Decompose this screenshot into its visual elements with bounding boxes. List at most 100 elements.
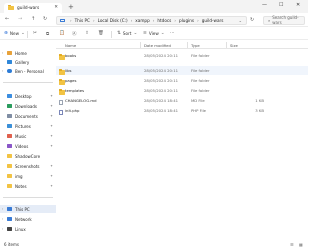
- sort-button[interactable]: ⇅ Sort ⌄: [117, 31, 137, 36]
- breadcrumb-guild-wars[interactable]: guild-wars: [202, 18, 224, 23]
- rename-button[interactable]: Ⓐ: [72, 31, 77, 37]
- column-header-type[interactable]: Type: [191, 43, 200, 48]
- file-date: 28/05/2024 18:41: [144, 98, 179, 104]
- breadcrumb-local-disk[interactable]: Local Disk (C:): [98, 18, 128, 23]
- file-row-books[interactable]: books 28/05/2024 20:11 File folder: [56, 51, 308, 60]
- paste-button[interactable]: 📋: [59, 31, 65, 36]
- sort-icon: ⇅: [117, 31, 121, 36]
- file-row-libs[interactable]: libs 28/05/2024 20:11 File folder: [56, 66, 308, 75]
- sidebar-item-home[interactable]: › Home: [0, 49, 56, 57]
- trash-icon: 🗑: [98, 31, 104, 36]
- tab-guild-wars[interactable]: guild-wars ✕: [4, 3, 62, 13]
- search-placeholder: Search guild-wars: [272, 15, 299, 25]
- breadcrumb-plugins[interactable]: plugins: [179, 18, 194, 23]
- chevron-right-icon[interactable]: ›: [2, 69, 3, 73]
- title-bar: guild-wars ✕ + — ☐ ✕: [0, 0, 308, 13]
- file-type: File folder: [191, 68, 210, 74]
- chevron-right-icon[interactable]: ›: [2, 227, 3, 231]
- cut-button[interactable]: ✂: [33, 31, 37, 36]
- pin-icon: ✦: [50, 133, 53, 138]
- view-label: View: [148, 31, 159, 36]
- new-button[interactable]: ⊕ New ⌄: [4, 31, 25, 36]
- details-view-icon[interactable]: ☰: [290, 242, 294, 247]
- chevron-down-icon[interactable]: ⌄: [239, 18, 242, 23]
- forward-button[interactable]: →: [18, 16, 22, 22]
- refresh-address-icon[interactable]: ↻: [250, 17, 254, 23]
- sidebar-item-onedrive[interactable]: › Ben - Personal: [0, 67, 56, 75]
- copy-button[interactable]: ⧉: [46, 31, 49, 37]
- refresh-button[interactable]: ↻: [43, 16, 47, 22]
- close-tab-icon[interactable]: ✕: [54, 5, 58, 10]
- view-button[interactable]: ≡ View ⌄: [143, 31, 165, 36]
- pin-icon: ✦: [50, 93, 53, 98]
- pictures-icon: [7, 124, 12, 128]
- delete-button[interactable]: 🗑: [98, 31, 104, 36]
- file-type: File folder: [191, 53, 210, 59]
- file-row-templates[interactable]: templates 28/05/2024 20:11 File folder: [56, 86, 308, 95]
- minimize-button[interactable]: —: [262, 2, 267, 8]
- file-row-changelog[interactable]: CHANGELOG.md 28/05/2024 18:41 MD File 1 …: [56, 96, 308, 106]
- file-row-init-php[interactable]: init.php 28/05/2024 18:41 PHP File 3 KB: [56, 106, 308, 116]
- chevron-right-icon[interactable]: ›: [2, 217, 3, 221]
- sidebar-item-img[interactable]: img ✦: [0, 172, 56, 180]
- sidebar-item-documents[interactable]: Documents ✦: [0, 112, 56, 120]
- file-list: Name Date modified Type Size books 28/05…: [56, 41, 308, 237]
- sidebar-item-notes[interactable]: Notes ✦: [0, 182, 56, 190]
- sidebar-item-videos[interactable]: Videos ✦: [0, 142, 56, 150]
- column-divider[interactable]: [140, 42, 141, 48]
- downloads-icon: [7, 104, 12, 108]
- file-type: PHP File: [191, 108, 206, 114]
- tiles-view-icon[interactable]: ▦: [299, 242, 303, 247]
- sidebar-item-downloads[interactable]: Downloads ✦: [0, 102, 56, 110]
- maximize-button[interactable]: ☐: [279, 2, 283, 8]
- folder-icon: [7, 184, 12, 188]
- search-input[interactable]: ⌕ Search guild-wars: [263, 15, 305, 25]
- new-tab-button[interactable]: +: [68, 3, 74, 11]
- file-name: init.php: [65, 108, 80, 114]
- column-divider[interactable]: [187, 42, 188, 48]
- sidebar-item-music[interactable]: Music ✦: [0, 132, 56, 140]
- sidebar-item-desktop[interactable]: Desktop ✦: [0, 92, 56, 100]
- music-icon: [7, 134, 12, 138]
- column-header-size[interactable]: Size: [230, 43, 238, 48]
- column-header-name[interactable]: Name: [65, 43, 76, 48]
- gallery-icon: [7, 60, 12, 64]
- this-pc-icon: [60, 18, 65, 23]
- back-button[interactable]: ←: [5, 16, 9, 22]
- sidebar-item-network[interactable]: › Network: [0, 215, 56, 223]
- sidebar-item-this-pc[interactable]: › This PC: [0, 205, 56, 213]
- sidebar-item-gallery[interactable]: Gallery: [0, 58, 56, 66]
- sidebar-item-label: Gallery: [15, 59, 30, 65]
- file-name: libs: [65, 68, 72, 74]
- column-header-date[interactable]: Date modified: [144, 43, 171, 48]
- sidebar-item-label: Notes: [15, 183, 27, 189]
- file-name: CHANGELOG.md: [65, 98, 97, 104]
- sidebar-item-linux[interactable]: › Linux: [0, 225, 56, 233]
- column-divider[interactable]: [226, 42, 227, 48]
- home-icon: [7, 51, 12, 55]
- up-button[interactable]: ↑: [31, 16, 35, 22]
- breadcrumb-htdocs[interactable]: htdocs: [157, 18, 171, 23]
- sidebar-item-pictures[interactable]: Pictures ✦: [0, 122, 56, 130]
- breadcrumb-xampp[interactable]: xampp: [135, 18, 149, 23]
- address-bar[interactable]: › This PC › Local Disk (C:) › xampp › ht…: [56, 15, 247, 25]
- breadcrumb-this-pc[interactable]: This PC: [75, 18, 90, 23]
- share-button[interactable]: ⇪: [85, 31, 89, 36]
- chevron-down-icon: ⌄: [21, 31, 25, 36]
- pin-icon: ✦: [50, 123, 53, 128]
- sidebar-item-label: Documents: [15, 113, 38, 119]
- close-window-button[interactable]: ✕: [296, 2, 300, 8]
- view-icon: ≡: [143, 31, 147, 36]
- sidebar-item-shadowcore[interactable]: ShadowCore: [0, 152, 56, 160]
- chevron-down-icon[interactable]: ›: [2, 207, 3, 211]
- chevron-down-icon: ⌄: [160, 31, 165, 36]
- file-name: templates: [65, 88, 85, 94]
- file-row-pages[interactable]: pages 28/05/2024 20:11 File folder: [56, 76, 308, 85]
- pin-icon: ✦: [50, 183, 53, 188]
- new-label: New: [9, 31, 19, 36]
- chevron-right-icon[interactable]: ›: [2, 51, 3, 55]
- file-date: 28/05/2024 20:11: [144, 78, 179, 84]
- sidebar-item-screenshots[interactable]: Screenshots ✦: [0, 162, 56, 170]
- sidebar-item-label: ShadowCore: [15, 153, 41, 159]
- more-options-button[interactable]: ···: [170, 31, 174, 36]
